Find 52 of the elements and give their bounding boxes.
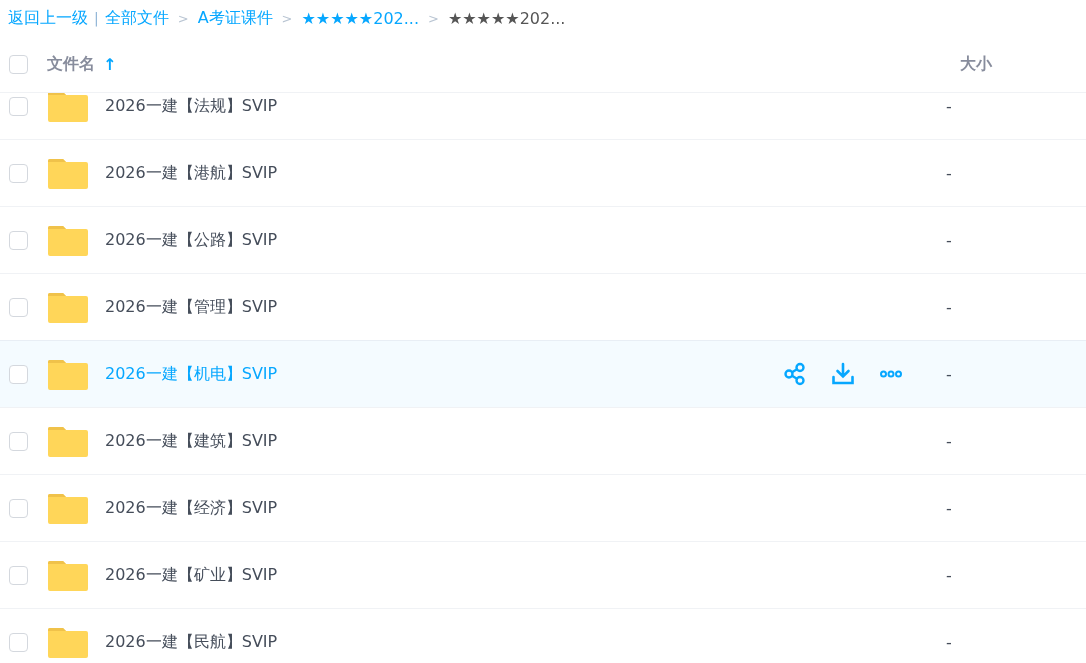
file-size: - (946, 632, 952, 652)
folder-name[interactable]: 2026一建【公路】SVIP (105, 229, 278, 251)
file-size: - (946, 163, 952, 183)
breadcrumb-separator: > (281, 10, 293, 26)
file-row[interactable]: 2026一建【法规】SVIP - (0, 93, 1086, 140)
row-checkbox[interactable] (9, 431, 28, 451)
row-checkbox[interactable] (9, 364, 28, 384)
folder-name[interactable]: 2026一建【经济】SVIP (105, 497, 278, 519)
file-size: - (946, 364, 952, 384)
row-checkbox[interactable] (9, 498, 28, 518)
file-row[interactable]: 2026一建【公路】SVIP - (0, 207, 1086, 274)
breadcrumb-separator: > (177, 10, 189, 26)
folder-icon (48, 157, 88, 189)
row-checkbox[interactable] (9, 632, 28, 652)
folder-icon (48, 224, 88, 256)
row-checkbox[interactable] (9, 297, 28, 317)
folder-name[interactable]: 2026一建【港航】SVIP (105, 162, 278, 184)
row-checkbox[interactable] (9, 230, 28, 250)
folder-icon (48, 626, 88, 658)
folder-name[interactable]: 2026一建【管理】SVIP (105, 296, 278, 318)
folder-name[interactable]: 2026一建【建筑】SVIP (105, 430, 278, 452)
file-row[interactable]: 2026一建【建筑】SVIP - (0, 408, 1086, 475)
file-row[interactable]: 2026一建【机电】SVIP - (0, 340, 1086, 408)
file-size: - (946, 96, 952, 116)
row-checkbox[interactable] (9, 96, 28, 116)
folder-name[interactable]: 2026一建【矿业】SVIP (105, 564, 278, 586)
size-column-header: 大小 (960, 53, 992, 75)
file-row[interactable]: 2026一建【矿业】SVIP - (0, 542, 1086, 609)
row-checkbox[interactable] (9, 565, 28, 585)
file-size: - (946, 230, 952, 250)
breadcrumb-divider: | (94, 10, 99, 26)
file-size: - (946, 431, 952, 451)
folder-name[interactable]: 2026一建【法规】SVIP (105, 95, 278, 117)
breadcrumb-current: ★★★★★202... (447, 8, 566, 28)
row-checkbox[interactable] (9, 163, 28, 183)
folder-icon (48, 291, 88, 323)
file-row[interactable]: 2026一建【民航】SVIP - (0, 609, 1086, 663)
folder-name[interactable]: 2026一建【民航】SVIP (105, 631, 278, 653)
folder-icon (48, 93, 88, 122)
file-row[interactable]: 2026一建【经济】SVIP - (0, 475, 1086, 542)
select-all-checkbox[interactable] (9, 54, 28, 74)
share-icon[interactable] (783, 362, 807, 386)
folder-icon (48, 559, 88, 591)
download-icon[interactable] (831, 362, 855, 386)
file-size: - (946, 297, 952, 317)
folder-icon (48, 425, 88, 457)
file-row[interactable]: 2026一建【港航】SVIP - (0, 140, 1086, 207)
file-size: - (946, 565, 952, 585)
breadcrumb-separator: > (428, 10, 439, 26)
file-size: - (946, 498, 952, 518)
folder-icon (48, 492, 88, 524)
folder-icon (48, 358, 88, 390)
